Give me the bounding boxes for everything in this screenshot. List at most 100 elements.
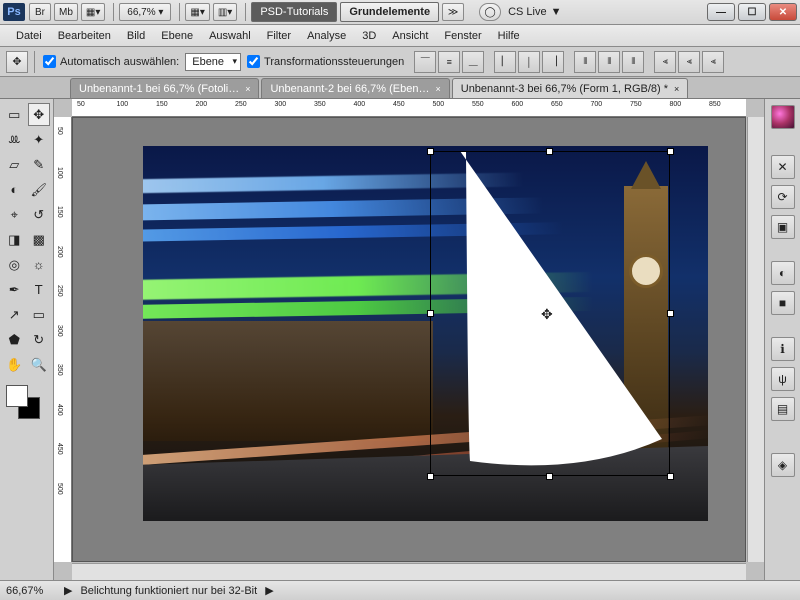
move-tool-icon[interactable]: ✥ xyxy=(6,51,28,73)
minibridge-button[interactable]: Mb xyxy=(54,3,78,21)
device-panel-icon[interactable]: ψ xyxy=(771,367,795,391)
magic-wand-tool[interactable]: ✦ xyxy=(28,128,51,151)
doc-tab-3-close[interactable]: × xyxy=(674,84,679,94)
rect-marquee-tool[interactable]: ▭ xyxy=(3,103,26,126)
zoom-level-field[interactable]: 66,7% ▾ xyxy=(119,3,171,21)
align-right-button[interactable]: ▕ xyxy=(542,51,564,73)
scrollbar-horizontal[interactable] xyxy=(72,563,746,580)
move-tool[interactable]: ✥ xyxy=(28,103,51,126)
status-arrow-icon[interactable]: ▶ xyxy=(265,584,273,597)
menu-auswahl[interactable]: Auswahl xyxy=(201,30,259,42)
auto-select-target-select[interactable]: Ebene xyxy=(185,53,241,71)
info-panel-icon[interactable]: ℹ xyxy=(771,337,795,361)
menu-fenster[interactable]: Fenster xyxy=(436,30,489,42)
document-canvas[interactable]: ✥ xyxy=(143,146,708,521)
menu-datei[interactable]: Datei xyxy=(8,30,50,42)
handle-sw[interactable] xyxy=(427,473,434,480)
arrange-docs-button[interactable]: ▥▾ xyxy=(213,3,237,21)
menu-hilfe[interactable]: Hilfe xyxy=(490,30,528,42)
distribute-hcenter-button[interactable]: ⫷ xyxy=(678,51,700,73)
pen-tool[interactable]: ✒ xyxy=(3,278,26,301)
menu-ebene[interactable]: Ebene xyxy=(153,30,201,42)
window-minimize-button[interactable]: — xyxy=(707,3,735,21)
align-bottom-button[interactable]: ⎽ xyxy=(462,51,484,73)
eraser-tool[interactable]: ◨ xyxy=(3,228,26,251)
distribute-bottom-button[interactable]: ⫴ xyxy=(622,51,644,73)
workspace-psd-tutorials[interactable]: PSD-Tutorials xyxy=(251,2,337,22)
distribute-right-button[interactable]: ⫷ xyxy=(702,51,724,73)
cslive-icon[interactable]: ◯ xyxy=(479,3,501,21)
crop-tool[interactable]: ▱ xyxy=(3,153,26,176)
brush-tool[interactable]: 🖌 xyxy=(28,178,51,201)
distribute-left-button[interactable]: ⫷ xyxy=(654,51,676,73)
cslive-drop[interactable]: ▼ xyxy=(551,6,562,18)
lasso-tool[interactable]: ꔛ xyxy=(3,128,26,151)
gradient-tool[interactable]: ▩ xyxy=(28,228,51,251)
align-hcenter-button[interactable]: │ xyxy=(518,51,540,73)
auto-select-checkbox[interactable]: Automatisch auswählen: xyxy=(43,55,179,68)
menu-filter[interactable]: Filter xyxy=(259,30,299,42)
color-panel-icon[interactable] xyxy=(771,105,795,129)
transform-controls-input[interactable] xyxy=(247,55,260,68)
workspace-more-button[interactable]: ≫ xyxy=(442,3,464,21)
auto-select-input[interactable] xyxy=(43,55,56,68)
path-select-tool[interactable]: ↗ xyxy=(3,303,26,326)
menu-3d[interactable]: 3D xyxy=(354,30,384,42)
doc-tab-1-close[interactable]: × xyxy=(245,84,250,94)
status-zoom[interactable]: 66,67% xyxy=(6,585,56,597)
doc-tab-2-close[interactable]: × xyxy=(435,84,440,94)
cslive-label[interactable]: CS Live xyxy=(504,6,551,18)
blur-tool[interactable]: ◎ xyxy=(3,253,26,276)
menu-analyse[interactable]: Analyse xyxy=(299,30,354,42)
align-top-button[interactable]: ⎺ xyxy=(414,51,436,73)
clone-stamp-tool[interactable]: ⌖ xyxy=(3,203,26,226)
screen-mode-button[interactable]: ▦▾ xyxy=(81,3,105,21)
zoom-tool[interactable]: 🔍 xyxy=(28,353,51,376)
3d-rotate-tool[interactable]: ↻ xyxy=(28,328,51,351)
dodge-tool[interactable]: ☼ xyxy=(28,253,51,276)
navigator-panel-icon[interactable]: ▣ xyxy=(771,215,795,239)
window-maximize-button[interactable]: ☐ xyxy=(738,3,766,21)
handle-nw[interactable] xyxy=(427,148,434,155)
tools-panel-icon[interactable]: ✕ xyxy=(771,155,795,179)
3d-tool[interactable]: ⬟ xyxy=(3,328,26,351)
handle-e[interactable] xyxy=(667,310,674,317)
handle-ne[interactable] xyxy=(667,148,674,155)
menu-bild[interactable]: Bild xyxy=(119,30,153,42)
adjust-panel-icon[interactable]: ◐ xyxy=(771,261,795,285)
transform-center-icon[interactable]: ✥ xyxy=(541,306,553,323)
handle-n[interactable] xyxy=(546,148,553,155)
distribute-top-button[interactable]: ⫴ xyxy=(574,51,596,73)
ruler-vertical[interactable]: 50100150200250300350400450500 xyxy=(54,117,72,562)
menu-bearbeiten[interactable]: Bearbeiten xyxy=(50,30,119,42)
eyedropper-tool[interactable]: ✎ xyxy=(28,153,51,176)
view-extras-button[interactable]: ▦▾ xyxy=(185,3,209,21)
history-brush-tool[interactable]: ↺ xyxy=(28,203,51,226)
layers-panel-icon[interactable]: ▤ xyxy=(771,397,795,421)
color-swatches[interactable] xyxy=(3,382,50,422)
bridge-button[interactable]: Br xyxy=(29,3,51,21)
handle-se[interactable] xyxy=(667,473,674,480)
transform-controls-checkbox[interactable]: Transformationssteuerungen xyxy=(247,55,404,68)
menu-ansicht[interactable]: Ansicht xyxy=(384,30,436,42)
scrollbar-vertical[interactable] xyxy=(747,117,764,562)
distribute-vmid-button[interactable]: ⫴ xyxy=(598,51,620,73)
styles-panel-icon[interactable]: ◈ xyxy=(771,453,795,477)
align-vmid-button[interactable]: ≡ xyxy=(438,51,460,73)
ruler-horizontal[interactable]: 5010015020025030035040045050055060065070… xyxy=(72,99,746,117)
swatch-panel-icon[interactable]: ■ xyxy=(771,291,795,315)
status-arrow-icon[interactable]: ▶ xyxy=(64,584,72,597)
type-tool[interactable]: T xyxy=(28,278,51,301)
doc-tab-1[interactable]: Unbenannt-1 bei 66,7% (Fotoli…× xyxy=(70,78,259,98)
handle-s[interactable] xyxy=(546,473,553,480)
workspace-grundelemente[interactable]: Grundelemente xyxy=(340,2,439,22)
shape-tool[interactable]: ▭ xyxy=(28,303,51,326)
hand-tool[interactable]: ✋ xyxy=(3,353,26,376)
doc-tab-2[interactable]: Unbenannt-2 bei 66,7% (Eben…× xyxy=(261,78,449,98)
fg-swatch[interactable] xyxy=(6,385,28,407)
align-left-button[interactable]: ▏ xyxy=(494,51,516,73)
doc-tab-3[interactable]: Unbenannt-3 bei 66,7% (Form 1, RGB/8) *× xyxy=(452,78,689,98)
window-close-button[interactable]: ✕ xyxy=(769,3,797,21)
spot-heal-tool[interactable]: ◐ xyxy=(3,178,26,201)
handle-w[interactable] xyxy=(427,310,434,317)
